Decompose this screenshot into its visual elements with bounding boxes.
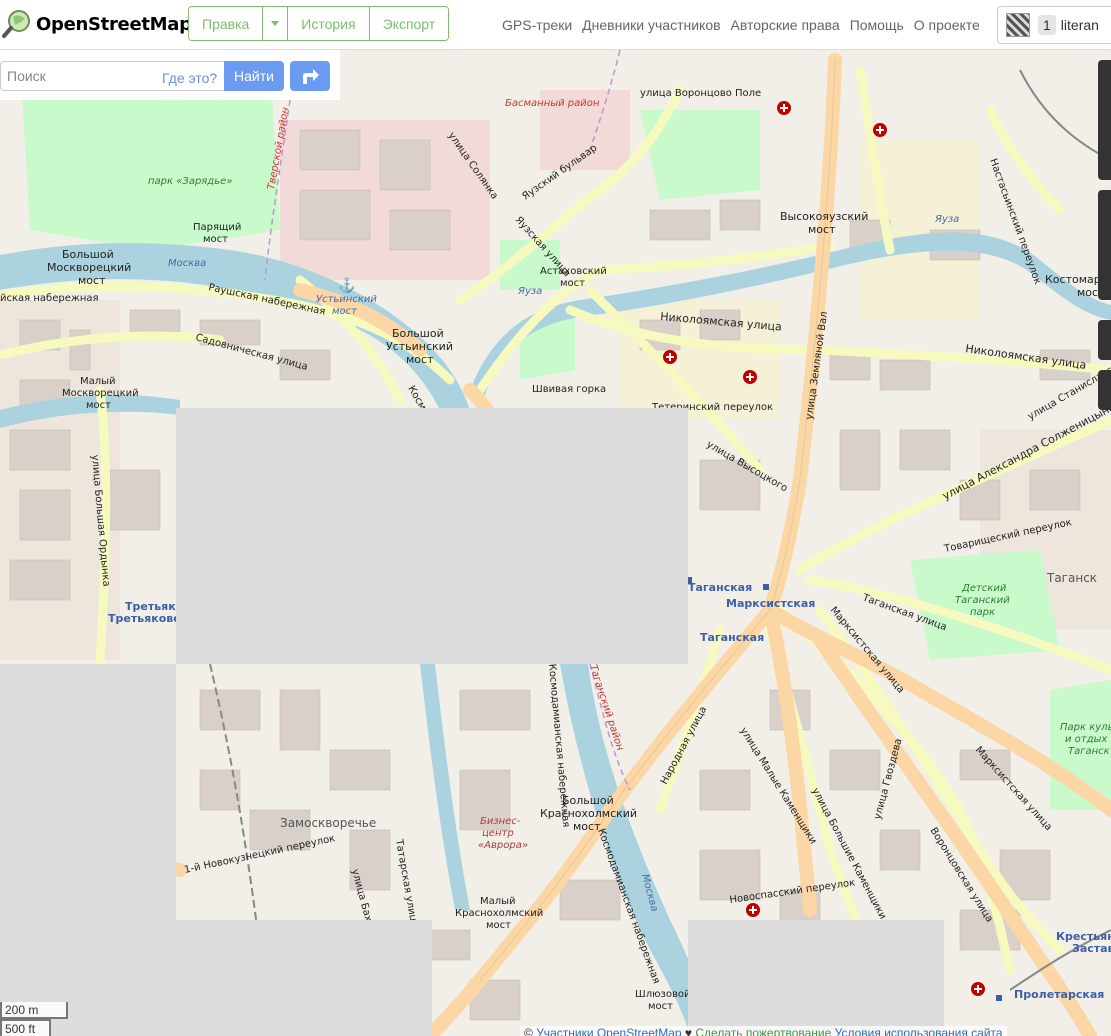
attribution: © Участники OpenStreetMap ♥ Сделать поже… — [520, 1026, 1007, 1036]
svg-text:парк: парк — [970, 607, 995, 618]
magnifier-logo-icon — [2, 9, 32, 39]
search-panel: Где это? Найти — [0, 50, 340, 100]
svg-text:мост: мост — [78, 274, 106, 287]
inbox-count-badge: 1 — [1038, 15, 1056, 35]
directions-button[interactable] — [290, 61, 330, 91]
svg-text:Пролетарская: Пролетарская — [1014, 988, 1104, 1001]
svg-text:Яуза: Яуза — [934, 214, 959, 225]
svg-text:Малый: Малый — [80, 376, 116, 387]
metro-marksistskaya-icon — [763, 584, 769, 590]
svg-text:Таганск: Таганск — [1068, 746, 1110, 757]
svg-text:центр: центр — [482, 828, 514, 839]
missing-tile — [688, 920, 944, 1036]
secondary-nav: GPS-треки Дневники участников Авторские … — [502, 17, 990, 33]
scale-metric: 200 m — [0, 1002, 68, 1019]
history-button[interactable]: История — [288, 7, 370, 40]
metro-proletarskaya-icon — [996, 995, 1002, 1001]
map-canvas[interactable]: ⚓ парк «Зарядье» Парящий мост Большой Мо… — [0, 50, 1111, 1036]
share-control[interactable] — [1098, 320, 1111, 360]
nav-diaries[interactable]: Дневники участников — [582, 17, 720, 33]
moskva-river-label: Москва — [168, 258, 206, 269]
svg-text:мост: мост — [808, 223, 836, 236]
svg-text:Большой: Большой — [62, 248, 114, 261]
svg-text:Большой: Большой — [392, 327, 444, 340]
edit-dropdown-button[interactable] — [263, 7, 289, 40]
search-go-button[interactable]: Найти — [224, 61, 284, 91]
missing-tile — [0, 664, 176, 1036]
svg-text:Парк культу: Парк культу — [1060, 722, 1111, 733]
osm-logo[interactable]: OpenStreetMap — [2, 8, 192, 40]
anchor-icon: ⚓ — [338, 277, 355, 294]
svg-text:мост: мост — [203, 234, 228, 245]
avatar — [1006, 13, 1030, 37]
svg-text:мост: мост — [560, 278, 585, 289]
svg-text:улица Воронцово Поле: улица Воронцово Поле — [640, 88, 761, 99]
top-header: OpenStreetMap Правка История Экспорт GPS… — [0, 0, 1111, 50]
svg-text:Краснохолмский: Краснохолмский — [455, 908, 543, 919]
svg-text:йская набережная: йская набережная — [0, 293, 99, 304]
metro-taganskaya-label: Таганская — [688, 581, 752, 594]
svg-text:Устьинский: Устьинский — [386, 340, 453, 353]
svg-text:мост: мост — [86, 400, 111, 411]
svg-text:Замоскворечье: Замоскворечье — [280, 816, 376, 830]
missing-tile — [176, 408, 688, 664]
svg-text:мост: мост — [648, 1001, 673, 1012]
svg-text:Таганский: Таганский — [955, 595, 1010, 606]
contributors-link[interactable]: Участники OpenStreetMap — [536, 1026, 681, 1036]
svg-text:Москворецкий: Москворецкий — [47, 261, 131, 274]
svg-text:мост: мост — [332, 306, 358, 317]
svg-text:мост: мост — [406, 353, 434, 366]
nav-help[interactable]: Помощь — [850, 17, 904, 33]
svg-text:Таганская: Таганская — [700, 631, 764, 644]
svg-text:Басманный район: Басманный район — [505, 98, 600, 109]
donate-link[interactable]: Сделать пожертвование — [695, 1026, 831, 1036]
svg-text:Высокояузский: Высокояузский — [780, 210, 868, 223]
heart-icon: ♥ — [684, 1026, 693, 1036]
directions-arrow-icon — [303, 69, 319, 84]
zoom-controls[interactable] — [1098, 60, 1111, 180]
svg-text:Парящий: Парящий — [193, 222, 241, 233]
yauza-river-label: Яуза — [517, 286, 542, 297]
svg-text:и отдых: и отдых — [1065, 734, 1107, 745]
metro-marksistskaya-label: Марксистская — [726, 597, 815, 610]
svg-text:«Аврора»: «Аврора» — [478, 840, 528, 851]
export-button[interactable]: Экспорт — [369, 7, 449, 40]
svg-text:Краснохолмский: Краснохолмский — [540, 807, 637, 820]
svg-text:Москворецкий: Москворецкий — [62, 388, 139, 399]
brand-title: OpenStreetMap — [36, 13, 192, 35]
svg-text:Швивая горка: Швивая горка — [532, 384, 606, 395]
svg-text:Застава: Застава — [1072, 942, 1111, 955]
svg-text:Бизнес-: Бизнес- — [480, 816, 521, 827]
layers-control[interactable] — [1098, 190, 1111, 300]
svg-text:Малый: Малый — [480, 896, 516, 907]
svg-text:Устьинский: Устьинский — [316, 294, 377, 305]
missing-tile — [176, 920, 432, 1036]
svg-text:мост: мост — [486, 920, 511, 931]
park-zaryadye-label: парк «Зарядье» — [148, 176, 232, 187]
terms-link[interactable]: Условия использования сайта — [835, 1026, 1003, 1036]
nav-about[interactable]: О проекте — [914, 17, 980, 33]
where-is-this-link[interactable]: Где это? — [162, 70, 217, 86]
svg-text:Шлюзовой: Шлюзовой — [635, 989, 690, 1000]
username: literan — [1060, 17, 1099, 33]
nav-gps-traces[interactable]: GPS-треки — [502, 17, 572, 33]
scale-control: 200 m 500 ft — [0, 1002, 68, 1036]
svg-text:Таганск: Таганск — [1046, 571, 1097, 585]
user-menu[interactable]: 1 literan — [997, 6, 1111, 44]
nav-copyright[interactable]: Авторские права — [731, 17, 840, 33]
svg-text:Астаховский: Астаховский — [540, 266, 607, 277]
svg-text:Детский: Детский — [961, 583, 1007, 594]
edit-button-group: Правка История Экспорт — [188, 6, 450, 41]
note-control[interactable] — [1098, 370, 1111, 410]
edit-button[interactable]: Правка — [189, 7, 264, 40]
scale-imperial: 500 ft — [0, 1019, 51, 1036]
caret-down-icon — [271, 21, 280, 26]
